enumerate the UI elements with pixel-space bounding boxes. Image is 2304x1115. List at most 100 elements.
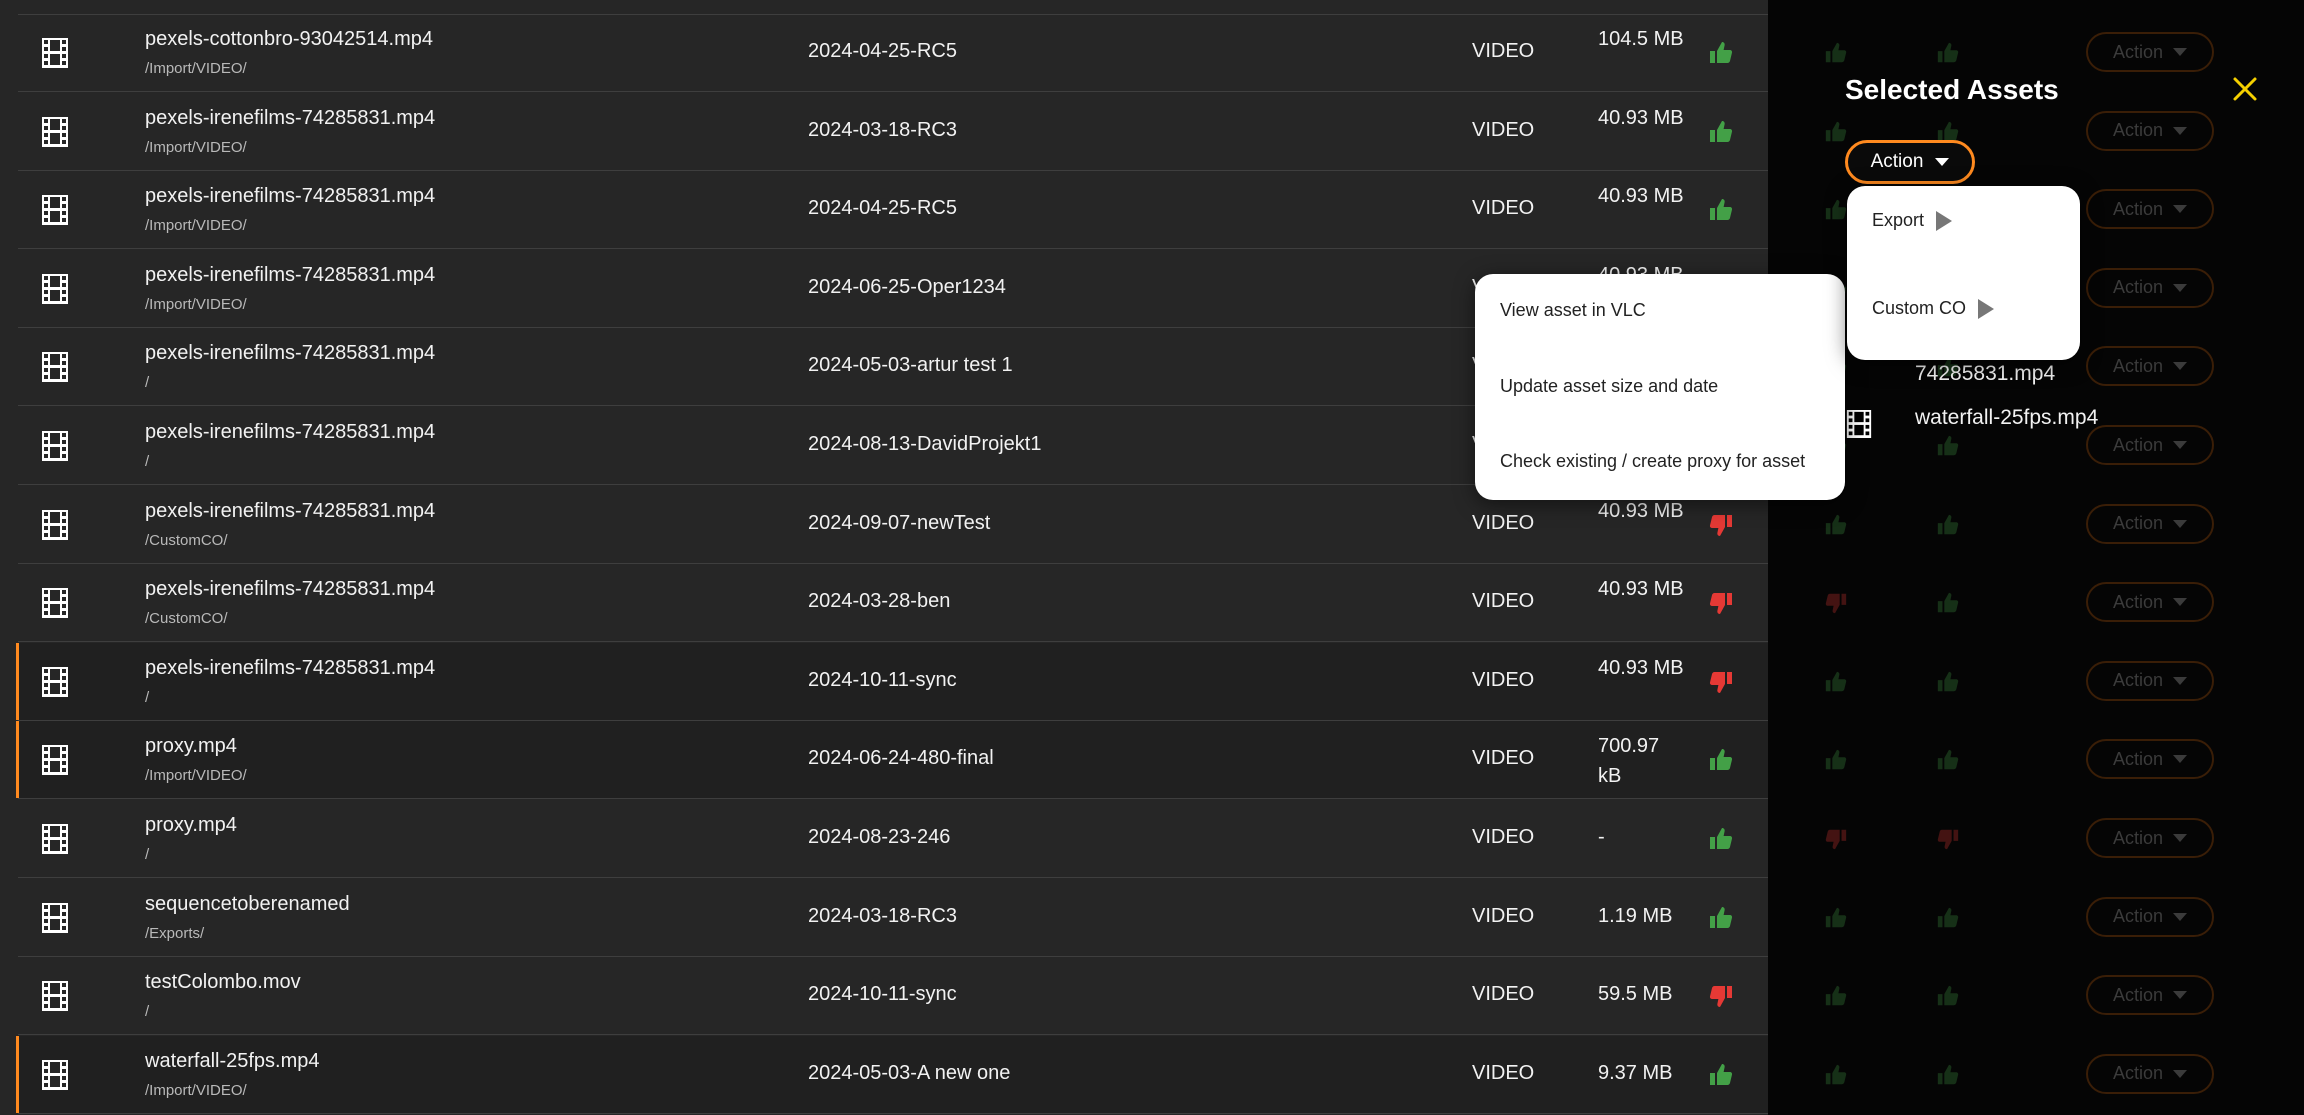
menu-item-view-vlc[interactable]: View asset in VLC [1500,300,1646,321]
asset-name: pexels-irenefilms-74285831.mp4 [145,578,436,601]
menu-item-label: Export [1872,210,1925,230]
asset-size: 40.93 MB [1598,499,1684,522]
row-action-label: Action [2112,1063,2164,1084]
asset-size: 9.37 MB [1598,1061,1673,1084]
asset-path: /Import/VIDEO/ [145,217,247,235]
asset-project: 2024-04-25-RC5 [808,197,957,220]
asset-project: 2024-09-07-newTest [808,511,991,534]
thumbs-up-icon [1936,906,1960,930]
asset-name: proxy.mp4 [145,814,237,836]
row-action-button: Action [2086,189,2214,230]
thumbs-up-icon [1824,984,1848,1008]
table-row[interactable]: pexels-cottonbro-93042514.mp4/Import/VID… [18,14,1768,92]
thumbs-up-icon [1936,748,1960,772]
thumbs-up-icon [1708,826,1734,852]
table-row[interactable]: pexels-irenefilms-74285831.mp4/Import/VI… [18,93,1768,171]
menu-item-label: Custom CO [1872,298,1967,318]
asset-type: VIDEO [1472,118,1535,141]
asset-name: pexels-irenefilms-74285831.mp4 [145,342,436,365]
row-action-button: Action [2086,818,2214,858]
film-icon [42,509,68,540]
table-row[interactable]: pexels-irenefilms-74285831.mp4/Import/VI… [18,171,1768,250]
action-dropdown-button[interactable]: Action [1845,140,1975,184]
row-action-label: Action [2112,984,2164,1005]
asset-type: VIDEO [1472,590,1535,613]
row-action-button: Action [2086,975,2214,1016]
chevron-down-icon [2173,676,2188,685]
film-icon [42,116,68,147]
asset-table: pexels-cottonbro-93042514.mp4/Import/VID… [0,0,1768,1115]
dimmed-row: Action [1768,800,2304,878]
selected-asset-label: waterfall-25fps.mp4 [1915,406,2099,429]
asset-project: 2024-04-25-RC5 [808,40,957,62]
row-action-label: Action [2112,670,2164,691]
table-row[interactable]: sequencetoberenamed/Exports/2024-03-18-R… [18,879,1768,957]
thumbs-up-icon [1936,591,1960,615]
asset-type: VIDEO [1472,1061,1535,1084]
dimmed-row: Action [1768,564,2304,642]
table-top-divider [18,0,1768,15]
thumbs-up-icon [1708,747,1734,773]
thumbs-up-icon [1708,119,1734,145]
asset-project: 2024-10-11-sync [808,668,957,691]
table-row[interactable]: pexels-irenefilms-74285831.mp4 / 2024-10-1… [16,642,1768,721]
asset-size: 40.93 MB [1598,578,1684,601]
dimmed-row: Action [1768,957,2304,1035]
thumbs-up-icon [1936,434,1960,458]
asset-project: 2024-08-23-246 [808,826,951,848]
table-row[interactable]: pexels-irenefilms-74285831.mp4/CustomCO/… [18,564,1768,643]
row-action-label: Action [2112,591,2164,612]
asset-name: pexels-irenefilms-74285831.mp4 [145,106,436,129]
row-action-label: Action [2112,513,2164,534]
row-action-label: Action [2112,120,2164,141]
asset-name: testColombo.mov [145,971,301,994]
film-icon [42,431,68,461]
film-icon [42,1059,68,1090]
film-icon [42,588,68,619]
table-row[interactable]: proxy.mp4/Import/VIDEO/2024-06-24-480-fi… [16,721,1768,800]
action-button-label: Action [1870,151,1924,172]
asset-path: /Import/VIDEO/ [145,767,247,785]
row-action-button: Action [2086,425,2214,465]
asset-path: / [145,1003,150,1021]
chevron-right-icon [1978,298,1995,319]
thumbs-up-icon [1824,198,1848,222]
table-row[interactable]: waterfall-25fps.mp4/Import/VIDEO/2024-05… [16,1035,1768,1114]
asset-name: waterfall-25fps.mp4 [145,1049,320,1072]
custom-co-submenu: View asset in VLC Update asset size and … [1475,274,1845,500]
thumbs-up-icon [1936,670,1960,694]
row-action-button: Action [2086,582,2214,623]
thumbs-down-icon [1708,512,1734,538]
row-action-label: Action [2112,277,2164,298]
asset-type: VIDEO [1472,826,1535,848]
menu-item-update-size-date[interactable]: Update asset size and date [1500,376,1718,397]
thumbs-up-icon [1936,1063,1960,1087]
menu-item-check-proxy[interactable]: Check existing / create proxy for asset [1500,451,1805,472]
asset-path: /Exports/ [145,924,205,942]
chevron-down-icon [2173,283,2188,292]
film-icon [42,195,68,226]
menu-item-custom-co[interactable]: Custom CO [1872,298,1995,319]
table-row[interactable]: testColombo.mov / 2024-10-11-sync VIDEO 59.5… [18,957,1768,1036]
asset-project: 2024-03-18-RC3 [808,904,957,927]
asset-type: VIDEO [1472,40,1535,62]
asset-name: pexels-irenefilms-74285831.mp4 [145,185,436,208]
thumbs-up-icon [1824,906,1848,930]
thumbs-down-icon [1824,827,1848,851]
asset-path: /Import/VIDEO/ [145,295,247,313]
film-icon [42,352,68,383]
chevron-down-icon [2173,991,2188,1000]
chevron-down-icon [2173,48,2188,56]
table-row[interactable]: proxy.mp4 / 2024-08-23-246 VIDEO - [18,800,1768,878]
asset-size: 40.93 MB [1598,185,1684,208]
film-icon [42,902,68,933]
chevron-right-icon [1936,210,1953,231]
asset-size: 40.93 MB [1598,656,1684,679]
asset-project: 2024-03-18-RC3 [808,118,957,141]
thumbs-down-icon [1708,669,1734,695]
asset-name: pexels-irenefilms-74285831.mp4 [145,499,436,522]
row-action-button: Action [2086,660,2214,701]
menu-item-export[interactable]: Export [1872,210,1953,231]
selected-asset-label: 74285831.mp4 [1915,362,2056,385]
close-icon[interactable] [2232,76,2258,102]
